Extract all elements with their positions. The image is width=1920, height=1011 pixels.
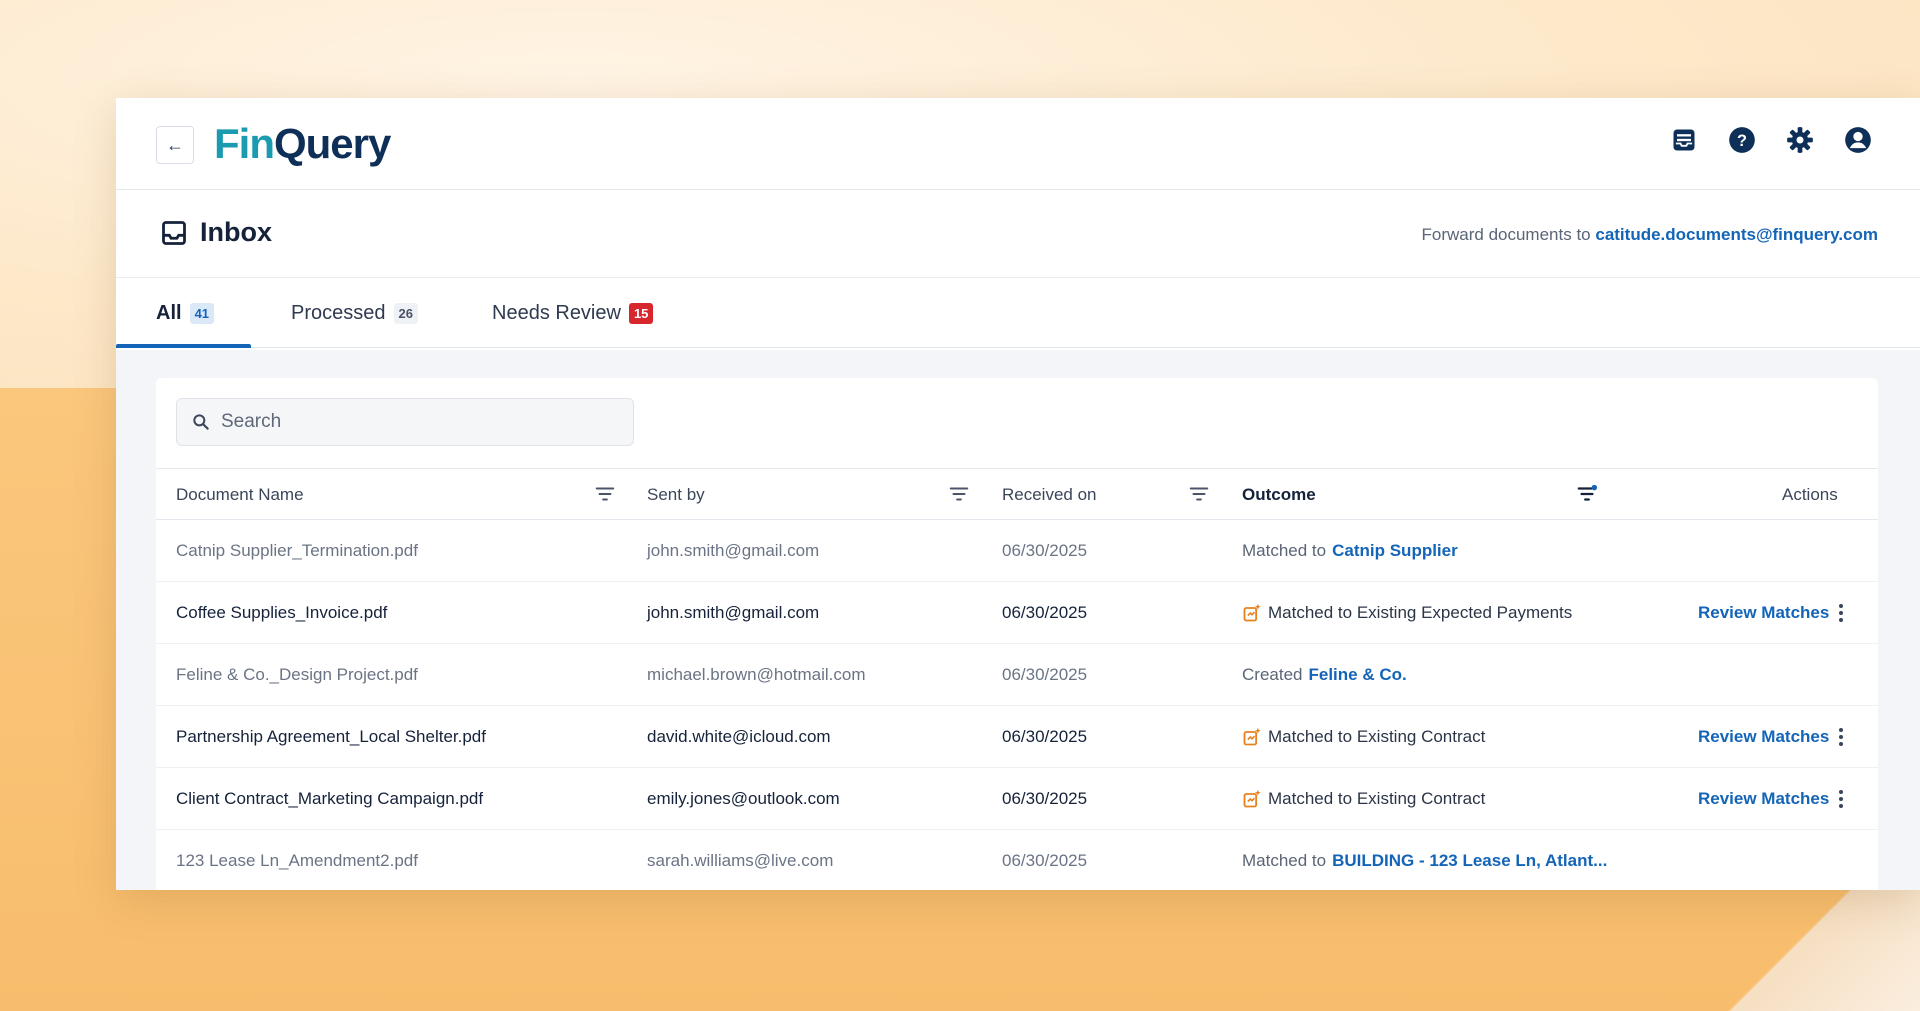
outcome-text: Matched to Existing Expected Payments: [1268, 603, 1573, 622]
table-row[interactable]: Partnership Agreement_Local Shelter.pdf …: [156, 706, 1878, 768]
filter-icon[interactable]: [594, 483, 616, 505]
table-header: Document Name Sent by Received on Outcom…: [156, 468, 1878, 520]
content-area: Document Name Sent by Received on Outcom…: [116, 350, 1920, 890]
column-header-received-on[interactable]: Received on: [1002, 485, 1097, 505]
outcome: Created Feline & Co.: [1242, 665, 1407, 685]
column-header-outcome[interactable]: Outcome: [1242, 485, 1316, 505]
document-name[interactable]: Catnip Supplier_Termination.pdf: [176, 541, 418, 561]
forward-label: Forward documents to: [1421, 225, 1596, 244]
page-title: Inbox: [160, 217, 272, 248]
logo-query-text: Query: [273, 120, 391, 167]
documents-panel: Document Name Sent by Received on Outcom…: [156, 378, 1878, 890]
finquery-logo[interactable]: FinQuery: [214, 118, 391, 170]
document-name[interactable]: Client Contract_Marketing Campaign.pdf: [176, 789, 483, 809]
arrow-left-icon: ←: [166, 134, 184, 155]
tab-label: Processed: [291, 302, 386, 324]
inbox-title-text: Inbox: [200, 217, 272, 247]
tab-all[interactable]: All 41: [156, 302, 215, 325]
match-sparkle-icon: [1243, 603, 1261, 622]
outcome: Matched to BUILDING - 123 Lease Ln, Atla…: [1242, 851, 1607, 871]
review-matches-button[interactable]: Review Matches: [1698, 789, 1829, 809]
svg-text:?: ?: [1737, 132, 1747, 150]
received-date: 06/30/2025: [1002, 727, 1088, 746]
inbox-header: Inbox Forward documents to catitude.docu…: [116, 190, 1920, 278]
table-row[interactable]: Coffee Supplies_Invoice.pdf john.smith@g…: [156, 582, 1878, 644]
tab-count-badge: 26: [393, 303, 418, 324]
review-matches-button[interactable]: Review Matches: [1698, 603, 1829, 623]
outcome-text: Matched to Existing Contract: [1268, 727, 1486, 746]
sender-email: david.white@icloud.com: [647, 727, 831, 746]
inbox-icon: [162, 220, 186, 245]
tab-label: All: [156, 302, 182, 324]
document-name[interactable]: Coffee Supplies_Invoice.pdf: [176, 603, 387, 623]
match-sparkle-icon: [1243, 789, 1261, 808]
user-account-icon[interactable]: [1844, 126, 1872, 154]
received-date: 06/30/2025: [1002, 541, 1088, 560]
top-bar: ← FinQuery ?: [116, 98, 1920, 190]
inbox-tray-icon[interactable]: [1670, 126, 1698, 154]
outcome: Matched to Catnip Supplier: [1242, 541, 1458, 561]
more-options-icon[interactable]: [1837, 726, 1845, 748]
active-filter-icon[interactable]: [1576, 483, 1598, 505]
sender-email: emily.jones@outlook.com: [647, 789, 840, 808]
outcome: Matched to Existing Contract: [1242, 789, 1485, 809]
document-name[interactable]: Partnership Agreement_Local Shelter.pdf: [176, 727, 486, 747]
document-name[interactable]: Feline & Co._Design Project.pdf: [176, 665, 418, 685]
sender-email: michael.brown@hotmail.com: [647, 665, 866, 684]
outcome-text: Matched to: [1242, 851, 1327, 870]
outcome-text: Created: [1242, 665, 1303, 684]
document-name[interactable]: 123 Lease Ln_Amendment2.pdf: [176, 851, 418, 871]
table-row[interactable]: Feline & Co._Design Project.pdf michael.…: [156, 644, 1878, 706]
tab-needs-review[interactable]: Needs Review 15: [492, 302, 654, 325]
help-icon[interactable]: ?: [1728, 126, 1756, 154]
search-box[interactable]: [176, 398, 634, 446]
outcome-link[interactable]: Feline & Co.: [1308, 665, 1406, 685]
search-input[interactable]: [221, 411, 621, 433]
forward-documents-info: Forward documents to catitude.documents@…: [1422, 225, 1879, 245]
table-row[interactable]: 123 Lease Ln_Amendment2.pdf sarah.willia…: [156, 830, 1878, 890]
match-sparkle-icon: [1243, 727, 1261, 746]
outcome-link[interactable]: BUILDING - 123 Lease Ln, Atlant...: [1332, 851, 1607, 871]
gear-icon[interactable]: [1786, 126, 1814, 154]
table-row[interactable]: Catnip Supplier_Termination.pdf john.smi…: [156, 520, 1878, 582]
outcome-text: Matched to: [1242, 541, 1327, 560]
sender-email: sarah.williams@live.com: [647, 851, 834, 870]
received-date: 06/30/2025: [1002, 789, 1088, 808]
filter-icon[interactable]: [948, 483, 970, 505]
received-date: 06/30/2025: [1002, 665, 1088, 684]
column-header-document-name[interactable]: Document Name: [176, 485, 304, 505]
outcome-link[interactable]: Catnip Supplier: [1332, 541, 1458, 561]
back-button[interactable]: ←: [156, 126, 194, 164]
tabs-bar: All 41 Processed 26 Needs Review 15: [116, 278, 1920, 348]
outcome: Matched to Existing Contract: [1242, 727, 1485, 747]
tab-label: Needs Review: [492, 302, 621, 324]
more-options-icon[interactable]: [1837, 788, 1845, 810]
tab-count-badge: 41: [189, 303, 215, 324]
table-row[interactable]: Client Contract_Marketing Campaign.pdf e…: [156, 768, 1878, 830]
forward-email-link[interactable]: catitude.documents@finquery.com: [1595, 225, 1878, 244]
sender-email: john.smith@gmail.com: [647, 603, 820, 622]
tab-count-badge: 15: [628, 303, 654, 324]
outcome-text: Matched to Existing Contract: [1268, 789, 1486, 808]
search-icon: [193, 414, 209, 430]
sender-email: john.smith@gmail.com: [647, 541, 820, 560]
column-header-sent-by[interactable]: Sent by: [647, 485, 705, 505]
outcome: Matched to Existing Expected Payments: [1242, 603, 1572, 623]
received-date: 06/30/2025: [1002, 851, 1088, 870]
documents-table: Document Name Sent by Received on Outcom…: [156, 468, 1878, 890]
top-icons: ?: [1670, 126, 1872, 154]
logo-fin-text: Fin: [214, 120, 275, 167]
tab-processed[interactable]: Processed 26: [291, 302, 418, 325]
column-header-actions: Actions: [1782, 485, 1838, 504]
app-window: ← FinQuery ? Inbox Forward documents to …: [116, 98, 1920, 890]
review-matches-button[interactable]: Review Matches: [1698, 727, 1829, 747]
active-tab-indicator: [116, 344, 251, 348]
filter-icon[interactable]: [1188, 483, 1210, 505]
received-date: 06/30/2025: [1002, 603, 1088, 622]
more-options-icon[interactable]: [1837, 602, 1845, 624]
